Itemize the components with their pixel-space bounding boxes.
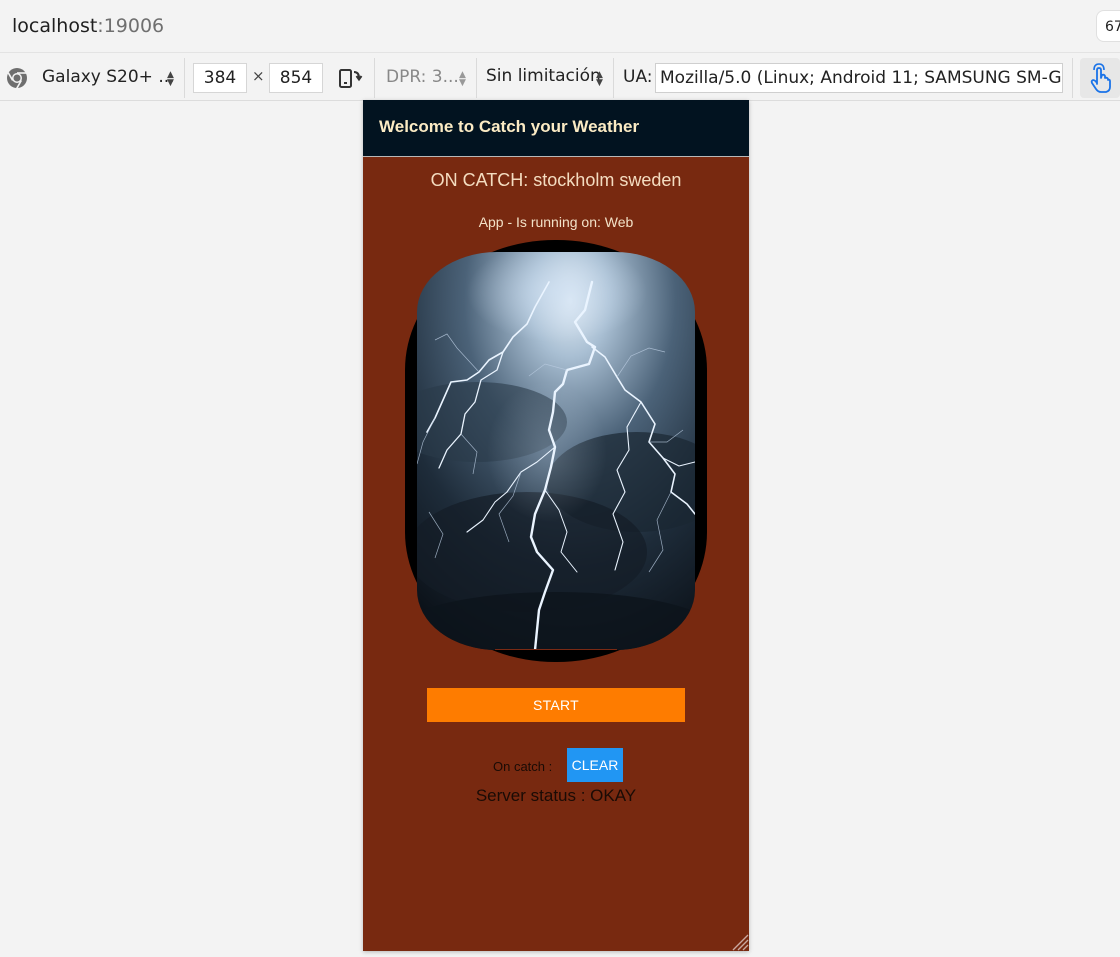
dpr-arrows-icon: ▲ ▼ xyxy=(459,70,466,88)
on-catch-location: ON CATCH: stockholm sweden xyxy=(430,170,682,190)
divider xyxy=(184,58,185,98)
app-header: Welcome to Catch your Weather xyxy=(363,100,749,157)
zoom-chip[interactable]: 67 xyxy=(1096,10,1120,42)
platform-text: App - Is running on: Web xyxy=(478,214,634,230)
dpr-select[interactable]: DPR: 3... xyxy=(386,67,459,87)
start-button[interactable]: START xyxy=(427,688,685,722)
device-toolbar: Galaxy S20+ ... ▲ ▼ 384 × 854 DPR: 3... ▲… xyxy=(0,56,1120,101)
clear-button[interactable]: CLEAR xyxy=(567,748,623,782)
ua-label: UA: xyxy=(623,67,653,87)
dimension-times: × xyxy=(252,67,265,85)
chrome-icon xyxy=(7,68,27,89)
device-select-arrows-icon: ▲ ▼ xyxy=(167,70,174,88)
divider xyxy=(1072,58,1073,98)
throttling-select[interactable]: Sin limitación xyxy=(486,66,601,86)
resize-handle-icon[interactable] xyxy=(729,931,749,951)
touch-toggle-button[interactable] xyxy=(1080,58,1120,98)
url-text[interactable]: localhost:19006 xyxy=(12,15,164,37)
divider xyxy=(476,58,477,98)
user-agent-input[interactable]: Mozilla/5.0 (Linux; Android 11; SAMSUNG … xyxy=(655,63,1063,93)
divider xyxy=(613,58,614,98)
device-select[interactable]: Galaxy S20+ ... xyxy=(42,67,175,87)
rotate-icon[interactable] xyxy=(337,65,363,91)
app-title: Welcome to Catch your Weather xyxy=(379,117,640,136)
on-catch-label: On catch : xyxy=(493,759,553,774)
phone-viewport: Welcome to Catch your Weather ON CATCH: … xyxy=(363,100,749,951)
throttling-arrows-icon: ▲ ▼ xyxy=(596,70,603,88)
divider xyxy=(374,58,375,98)
weather-image-frame xyxy=(405,240,707,662)
height-input[interactable]: 854 xyxy=(269,63,323,93)
width-input[interactable]: 384 xyxy=(193,63,247,93)
lightning-storm-image xyxy=(417,252,695,650)
server-status: Server status : OKAY xyxy=(475,786,637,805)
address-bar[interactable]: localhost:19006 67 xyxy=(0,0,1120,53)
touch-icon xyxy=(1090,63,1111,93)
